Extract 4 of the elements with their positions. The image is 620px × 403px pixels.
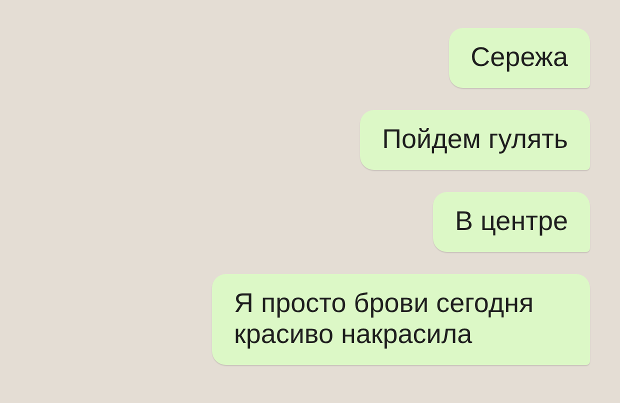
message-bubble: Я просто брови сегодня красиво накрасила bbox=[212, 274, 590, 365]
message-bubble: Сережа bbox=[448, 28, 590, 88]
message-bubble: Пойдем гулять bbox=[360, 110, 590, 170]
message-bubble: В центре bbox=[433, 192, 590, 252]
